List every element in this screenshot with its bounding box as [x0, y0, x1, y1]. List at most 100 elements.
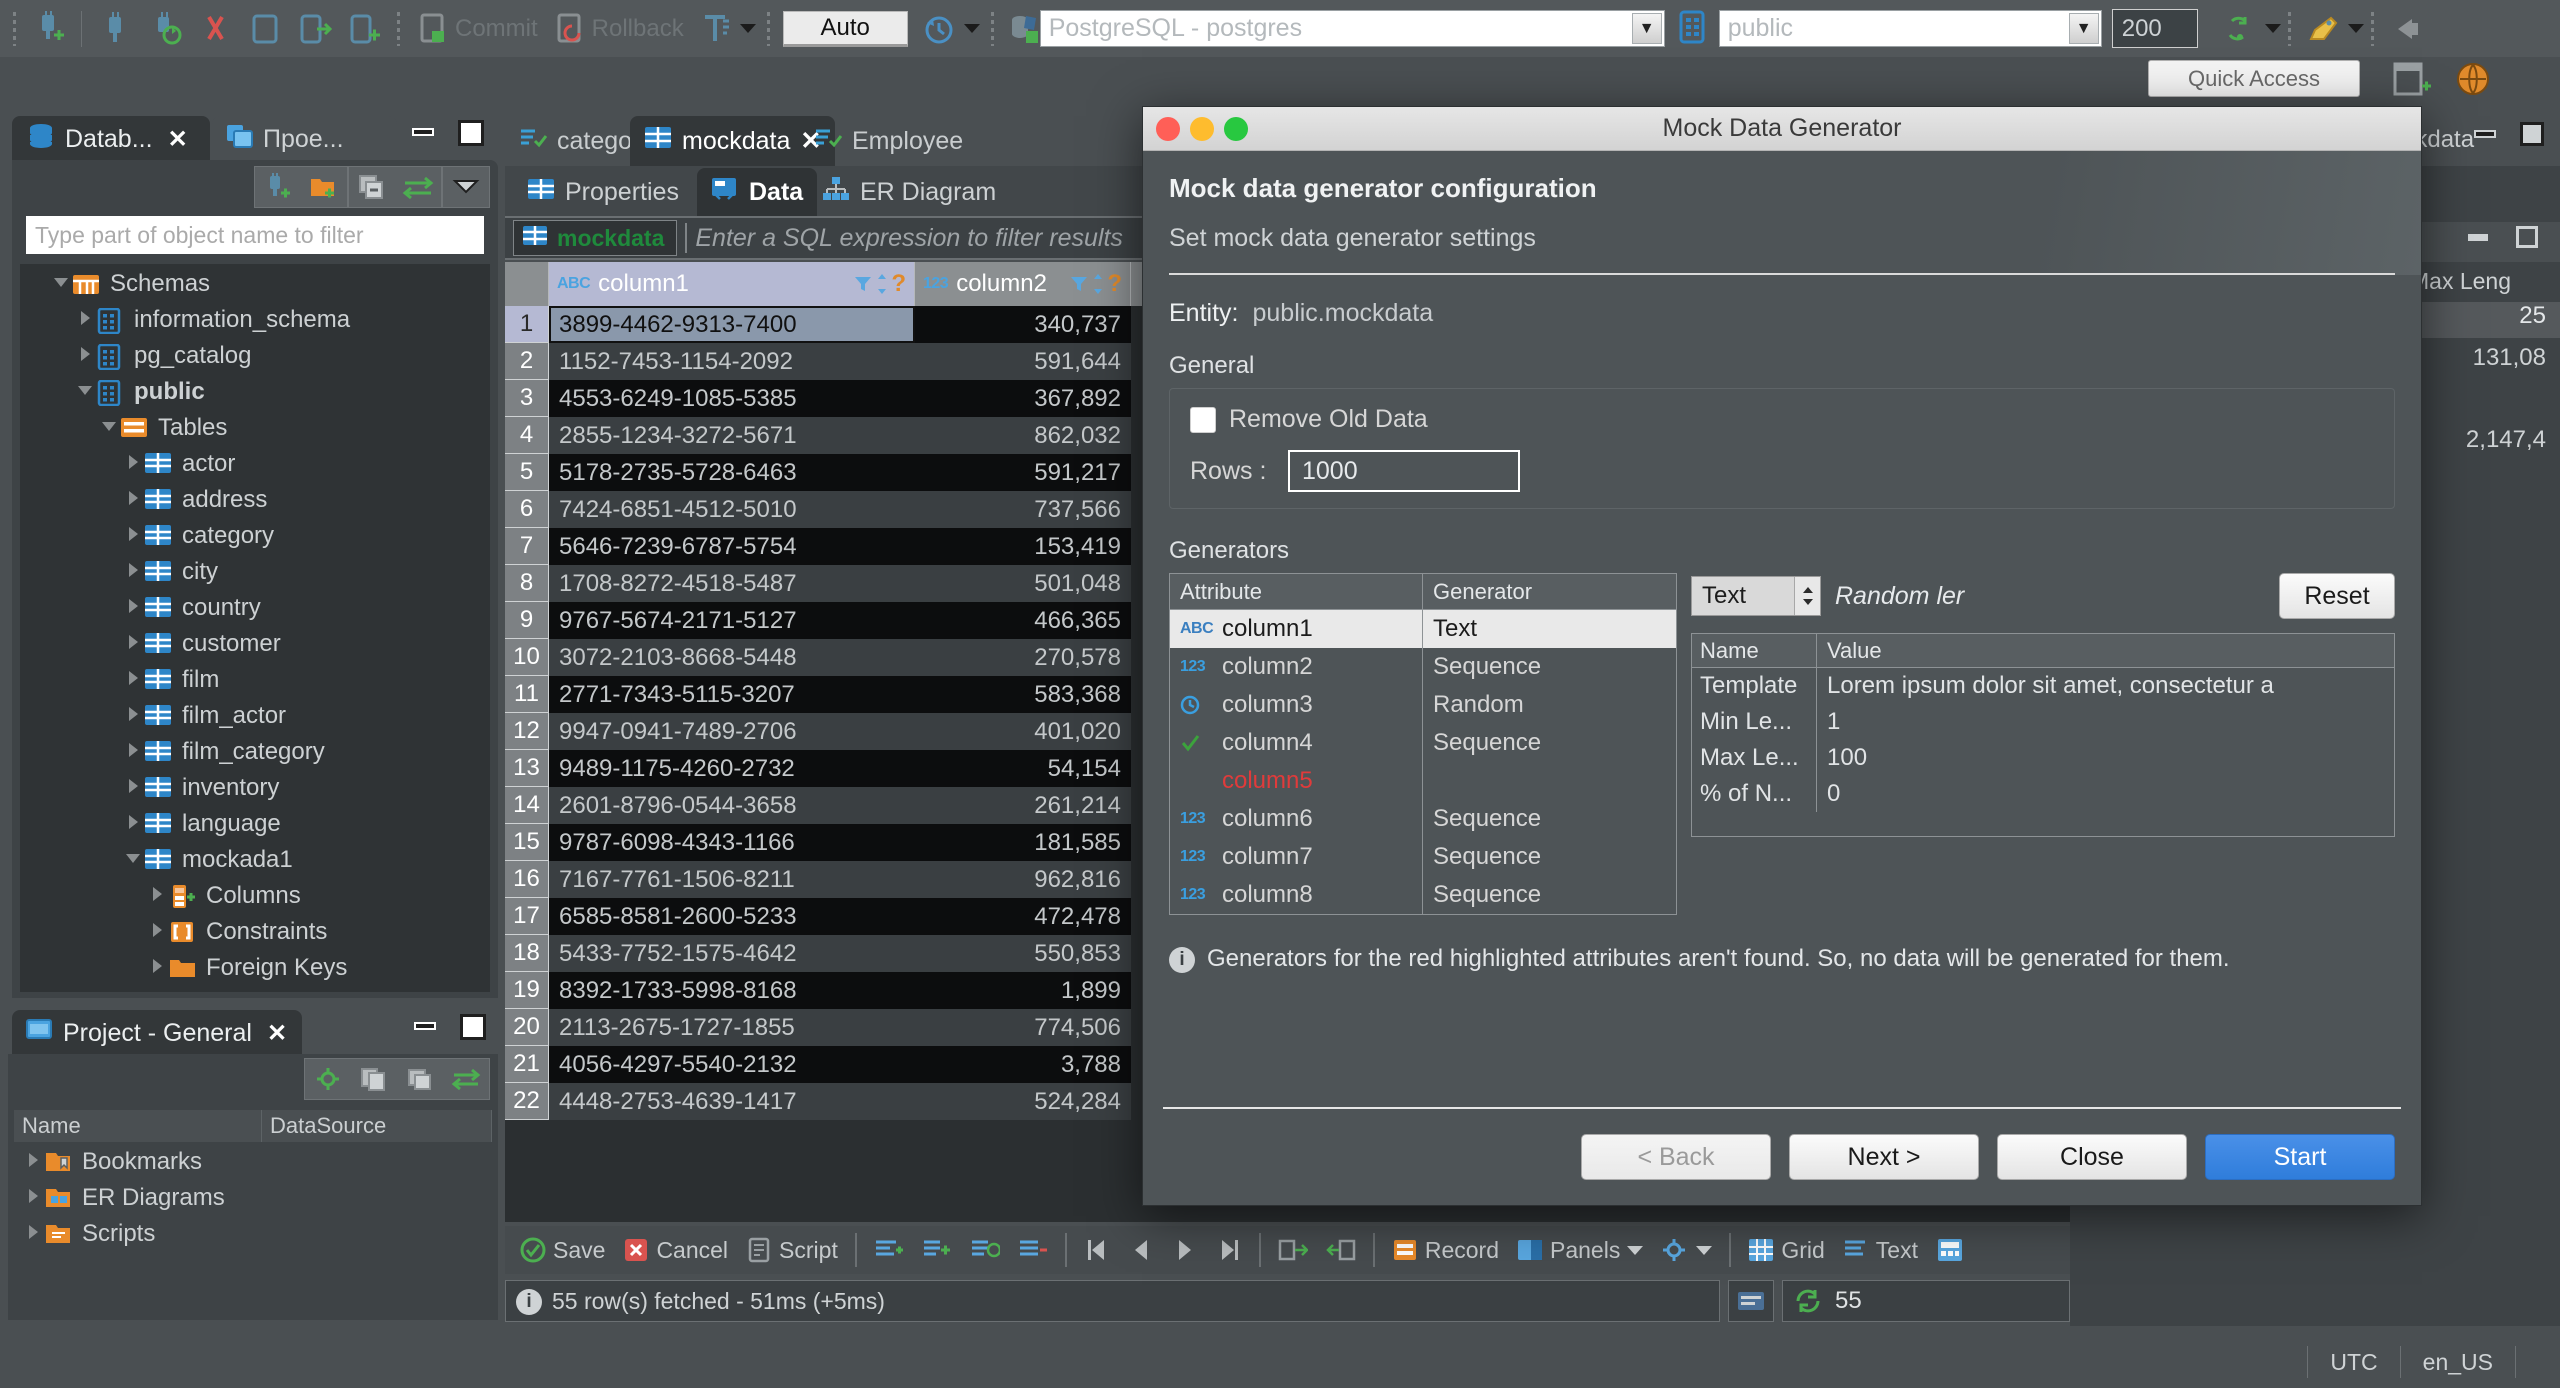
tree-item-country[interactable]: country	[20, 590, 490, 626]
subtab-er-diagram[interactable]: ER Diagram	[808, 168, 1010, 216]
expand-arrow-icon[interactable]	[146, 957, 168, 979]
property-row[interactable]: Template Lorem ipsum dolor sit amet, cons…	[1692, 668, 2394, 704]
tree-item-public[interactable]: public	[20, 374, 490, 410]
attribute-name-cell[interactable]: 123 column2	[1170, 648, 1423, 686]
edit-row-icon[interactable]	[867, 1230, 911, 1270]
grid-cell-column1[interactable]: 9489-1175-4260-2732	[549, 750, 915, 787]
row-number[interactable]: 11	[505, 676, 549, 713]
grid-cell-column1[interactable]: 5646-7239-6787-5754	[549, 528, 915, 565]
maximize-panel-icon[interactable]	[458, 120, 484, 146]
view-menu-icon[interactable]	[443, 167, 489, 207]
save-button[interactable]: Save	[513, 1230, 612, 1270]
highlight-pen-dropdown-icon[interactable]	[2347, 24, 2364, 33]
property-value[interactable]: 0	[1817, 776, 2394, 812]
attribute-name-cell[interactable]: 123 column8	[1170, 876, 1423, 914]
editor-tab-employee[interactable]: Employee	[800, 116, 977, 166]
grid-cell-column2[interactable]: 737,566	[915, 491, 1131, 528]
quick-access-button[interactable]: Quick Access	[2148, 60, 2360, 97]
settings-icon[interactable]	[1654, 1230, 1719, 1270]
generator-type-select[interactable]: Text	[1691, 576, 1821, 616]
expand-arrow-icon[interactable]	[22, 1151, 44, 1173]
tab-project-general[interactable]: Project - General ✕	[12, 1010, 302, 1056]
tree-item-customer[interactable]: customer	[20, 626, 490, 662]
grid-cell-column1[interactable]: 6585-8581-2600-5233	[549, 898, 915, 935]
tree-item-pg-catalog[interactable]: pg_catalog	[20, 338, 490, 374]
remove-old-data-checkbox[interactable]	[1190, 406, 1216, 433]
expand-arrow-icon[interactable]	[122, 633, 144, 655]
grid-column-header-column1[interactable]: ABC column1 ?	[549, 262, 915, 306]
grid-cell-column2[interactable]: 466,365	[915, 602, 1131, 639]
grid-cell-column1[interactable]: 5433-7752-1575-4642	[549, 935, 915, 972]
cancel-button[interactable]: Cancel	[616, 1230, 735, 1270]
row-number[interactable]: 3	[505, 380, 549, 417]
duplicate-row-icon[interactable]	[963, 1230, 1007, 1270]
grid-cell-column1[interactable]: 8392-1733-5998-8168	[549, 972, 915, 1009]
attribute-generator-cell[interactable]: Sequence	[1423, 876, 1676, 914]
row-number[interactable]: 19	[505, 972, 549, 1009]
expand-arrow-icon[interactable]	[22, 1187, 44, 1209]
collapse-arrow-icon[interactable]	[98, 419, 120, 437]
expand-arrow-icon[interactable]	[146, 885, 168, 907]
grid-cell-column1[interactable]: 2771-7343-5115-3207	[549, 676, 915, 713]
grid-cell-column2[interactable]: 774,506	[915, 1009, 1131, 1046]
grid-cell-column1[interactable]: 9787-6098-4343-1166	[549, 824, 915, 861]
grid-cell-column1[interactable]: 2601-8796-0544-3658	[549, 787, 915, 824]
transaction-mode-icon[interactable]	[695, 9, 735, 49]
attribute-name-cell[interactable]: column5	[1170, 762, 1423, 800]
collapse-arrow-icon[interactable]	[74, 383, 96, 401]
property-value[interactable]: Lorem ipsum dolor sit amet, consectetur …	[1817, 668, 2394, 704]
column-header-icons[interactable]: ?	[1069, 270, 1122, 298]
attribute-row[interactable]: ABC column1 Text	[1170, 610, 1676, 648]
tree-item-information-schema[interactable]: information_schema	[20, 302, 490, 338]
attribute-name-cell[interactable]: 123 column7	[1170, 838, 1423, 876]
maximize-sub-icon[interactable]	[2516, 226, 2538, 248]
property-value[interactable]: 1	[1817, 704, 2394, 740]
connect-icon[interactable]	[28, 9, 68, 49]
toolbar-drag-handle-6[interactable]	[2370, 11, 2374, 46]
tree-item-language[interactable]: language	[20, 806, 490, 842]
tab-projects[interactable]: Прое...	[212, 116, 397, 162]
row-count-box[interactable]: 55	[1782, 1280, 2070, 1322]
remove-old-data-row[interactable]: Remove Old Data	[1190, 405, 2374, 434]
properties-table-rows[interactable]: Template Lorem ipsum dolor sit amet, cons…	[1692, 668, 2394, 812]
toolbar-drag-handle-4[interactable]	[990, 11, 994, 46]
settings-dropdown-icon[interactable]	[1696, 1245, 1713, 1255]
next-button[interactable]: Next >	[1789, 1134, 1979, 1180]
reset-button[interactable]: Reset	[2279, 573, 2395, 619]
grid-cell-column2[interactable]: 270,578	[915, 639, 1131, 676]
tree-item-category[interactable]: category	[20, 518, 490, 554]
expand-arrow-icon[interactable]	[122, 813, 144, 835]
expand-arrow-icon[interactable]	[146, 921, 168, 943]
tab-database-navigator[interactable]: Datab... ✕	[12, 116, 210, 162]
minimize-sub-icon[interactable]	[2468, 234, 2488, 241]
start-button[interactable]: Start	[2205, 1134, 2395, 1180]
attribute-generator-cell[interactable]	[1423, 762, 1676, 800]
tree-item-mockada1[interactable]: mockada1	[20, 842, 490, 878]
expand-arrow-icon[interactable]	[74, 345, 96, 367]
attribute-row[interactable]: 123 column2 Sequence	[1170, 648, 1676, 686]
tree-item-film-category[interactable]: film_category	[20, 734, 490, 770]
grid-cell-column1[interactable]: 4448-2753-4639-1417	[549, 1083, 915, 1120]
prev-row-icon[interactable]	[1121, 1230, 1161, 1270]
script-button[interactable]: Script	[739, 1230, 845, 1270]
attribute-row[interactable]: column5	[1170, 762, 1676, 800]
column-header-icons[interactable]: ?	[853, 270, 906, 298]
link-editor-icon[interactable]	[395, 167, 441, 207]
row-number[interactable]: 12	[505, 713, 549, 750]
attribute-name-cell[interactable]: 123 column6	[1170, 800, 1423, 838]
grid-cell-column2[interactable]: 524,284	[915, 1083, 1131, 1120]
grid-cell-column1[interactable]: 5178-2735-5728-6463	[549, 454, 915, 491]
collapse-all-icon[interactable]	[349, 167, 395, 207]
highlight-pen-icon[interactable]	[2303, 9, 2343, 49]
attribute-generator-cell[interactable]: Sequence	[1423, 648, 1676, 686]
mock-data-generator-dialog[interactable]: Mock Data Generator Mock data generator …	[1142, 106, 2422, 1206]
sync-dropdown-icon[interactable]	[2264, 24, 2281, 33]
expand-arrow-icon[interactable]	[122, 597, 144, 619]
grid-cell-column2[interactable]: 54,154	[915, 750, 1131, 787]
grid-cell-column2[interactable]: 862,032	[915, 417, 1131, 454]
attribute-row[interactable]: 123 column7 Sequence	[1170, 838, 1676, 876]
first-row-icon[interactable]	[1077, 1230, 1117, 1270]
row-number[interactable]: 15	[505, 824, 549, 861]
grid-cell-column2[interactable]: 501,048	[915, 565, 1131, 602]
subtab-data[interactable]: Data	[697, 168, 818, 216]
